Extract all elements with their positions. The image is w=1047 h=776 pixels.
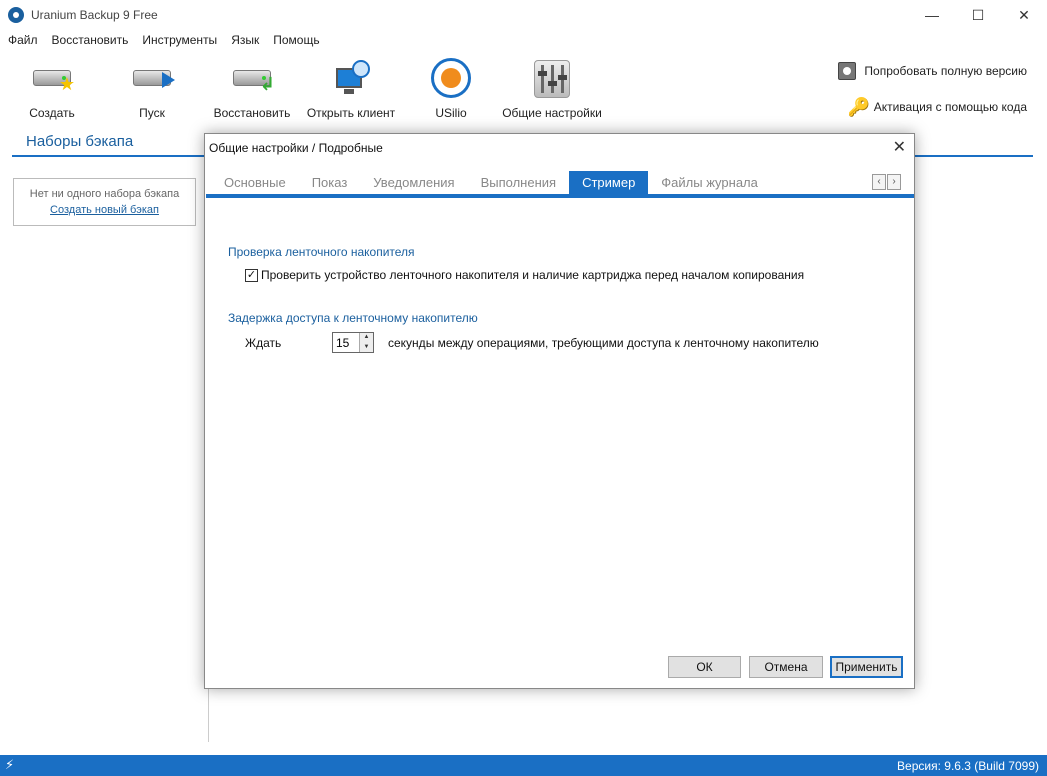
restore-drive-icon: ↲ bbox=[229, 58, 275, 100]
dialog-close-button[interactable]: ✕ bbox=[893, 137, 906, 157]
app-logo-icon bbox=[8, 7, 24, 23]
dialog-title: Общие настройки / Подробные bbox=[209, 141, 383, 155]
try-full-version-link[interactable]: Попробовать полную версию bbox=[838, 62, 1027, 80]
restore-button[interactable]: ↲ Восстановить bbox=[212, 58, 292, 120]
upgrade-icon bbox=[838, 62, 857, 80]
tab-streamer[interactable]: Стример bbox=[569, 171, 649, 194]
stepper-up-icon[interactable]: ▲ bbox=[360, 333, 373, 343]
tab-next-icon[interactable]: › bbox=[887, 174, 901, 190]
restore-label: Восстановить bbox=[213, 106, 291, 120]
wait-label: Ждать bbox=[245, 335, 282, 350]
menu-file[interactable]: Файл bbox=[8, 33, 38, 47]
empty-backup-text: Нет ни одного набора бэкапа bbox=[29, 188, 180, 200]
tab-execution[interactable]: Выполнения bbox=[468, 171, 569, 194]
window-title: Uranium Backup 9 Free bbox=[31, 8, 158, 22]
maximize-button[interactable]: ☐ bbox=[955, 0, 1001, 30]
create-new-backup-link[interactable]: Создать новый бэкап bbox=[14, 204, 195, 216]
apply-button[interactable]: Применить bbox=[830, 656, 903, 678]
start-drive-icon bbox=[129, 58, 175, 100]
check-tape-option[interactable]: ✓ Проверить устройство ленточного накопи… bbox=[245, 268, 804, 282]
toolbar: ★ Создать Пуск ↲ Восстановить Открыть кл… bbox=[0, 52, 1047, 130]
usilio-label: USilio bbox=[435, 106, 467, 120]
create-button[interactable]: ★ Создать bbox=[22, 58, 82, 120]
usilio-button[interactable]: USilio bbox=[426, 58, 476, 120]
minimize-button[interactable]: — bbox=[909, 0, 955, 30]
status-bar: ⚡ Версия: 9.6.3 (Build 7099) bbox=[0, 755, 1047, 776]
open-client-label: Открыть клиент bbox=[306, 106, 396, 120]
tab-general[interactable]: Основные bbox=[211, 171, 299, 194]
check-tape-label: Проверить устройство ленточного накопите… bbox=[261, 268, 805, 282]
menu-tools[interactable]: Инструменты bbox=[142, 33, 217, 47]
monitor-globe-icon bbox=[328, 58, 374, 100]
general-settings-button[interactable]: Общие настройки bbox=[498, 58, 606, 120]
menu-language[interactable]: Язык bbox=[231, 33, 259, 47]
section-tape-check: Проверка ленточного накопителя bbox=[228, 245, 415, 259]
title-bar: Uranium Backup 9 Free — ☐ ✕ bbox=[0, 0, 1047, 30]
backup-sets-title: Наборы бэкапа bbox=[26, 133, 134, 150]
cancel-button[interactable]: Отмена bbox=[749, 656, 823, 678]
window-controls: — ☐ ✕ bbox=[909, 0, 1047, 30]
close-window-button[interactable]: ✕ bbox=[1001, 0, 1047, 30]
try-full-label: Попробовать полную версию bbox=[864, 64, 1027, 78]
wait-row: Ждать ▲ ▼ секунды между операциями, треб… bbox=[245, 332, 819, 353]
activate-code-link[interactable]: 🔑 Активация с помощью кода bbox=[848, 98, 1027, 116]
general-settings-label: Общие настройки bbox=[502, 106, 602, 120]
menu-help[interactable]: Помощь bbox=[273, 33, 319, 47]
wait-seconds-input[interactable] bbox=[333, 333, 359, 352]
empty-backup-sets-box: Нет ни одного набора бэкапа Создать новы… bbox=[13, 178, 196, 226]
ok-button[interactable]: ОК bbox=[668, 656, 741, 678]
tab-notifications[interactable]: Уведомления bbox=[360, 171, 467, 194]
tab-log-files[interactable]: Файлы журнала bbox=[648, 171, 771, 194]
stepper-down-icon[interactable]: ▼ bbox=[360, 342, 373, 352]
activate-label: Активация с помощью кода bbox=[873, 100, 1027, 114]
create-drive-icon: ★ bbox=[29, 58, 75, 100]
settings-dialog: Общие настройки / Подробные ✕ Основные П… bbox=[204, 133, 915, 689]
plug-icon: ⚡ bbox=[5, 757, 15, 772]
settings-tabs: Основные Показ Уведомления Выполнения Ст… bbox=[211, 171, 771, 194]
check-tape-checkbox[interactable]: ✓ bbox=[245, 268, 258, 282]
create-label: Создать bbox=[29, 106, 75, 120]
sliders-icon bbox=[529, 58, 575, 100]
usilio-icon bbox=[428, 58, 474, 100]
tab-underline bbox=[206, 194, 914, 198]
tab-prev-icon[interactable]: ‹ bbox=[872, 174, 886, 190]
open-client-button[interactable]: Открыть клиент bbox=[304, 58, 398, 120]
version-text: Версия: 9.6.3 (Build 7099) bbox=[897, 759, 1039, 773]
key-icon: 🔑 bbox=[847, 97, 871, 117]
tab-display[interactable]: Показ bbox=[299, 171, 361, 194]
start-label: Пуск bbox=[139, 106, 165, 120]
menu-bar: Файл Восстановить Инструменты Язык Помощ… bbox=[0, 30, 1047, 50]
start-button[interactable]: Пуск bbox=[124, 58, 180, 120]
tab-scroll-arrows: ‹ › bbox=[871, 174, 901, 190]
menu-restore[interactable]: Восстановить bbox=[52, 33, 129, 47]
stepper-buttons: ▲ ▼ bbox=[359, 333, 373, 352]
wait-seconds-stepper[interactable]: ▲ ▼ bbox=[332, 332, 374, 353]
section-tape-delay: Задержка доступа к ленточному накопителю bbox=[228, 311, 478, 325]
wait-description: секунды между операциями, требующими дос… bbox=[388, 335, 819, 350]
